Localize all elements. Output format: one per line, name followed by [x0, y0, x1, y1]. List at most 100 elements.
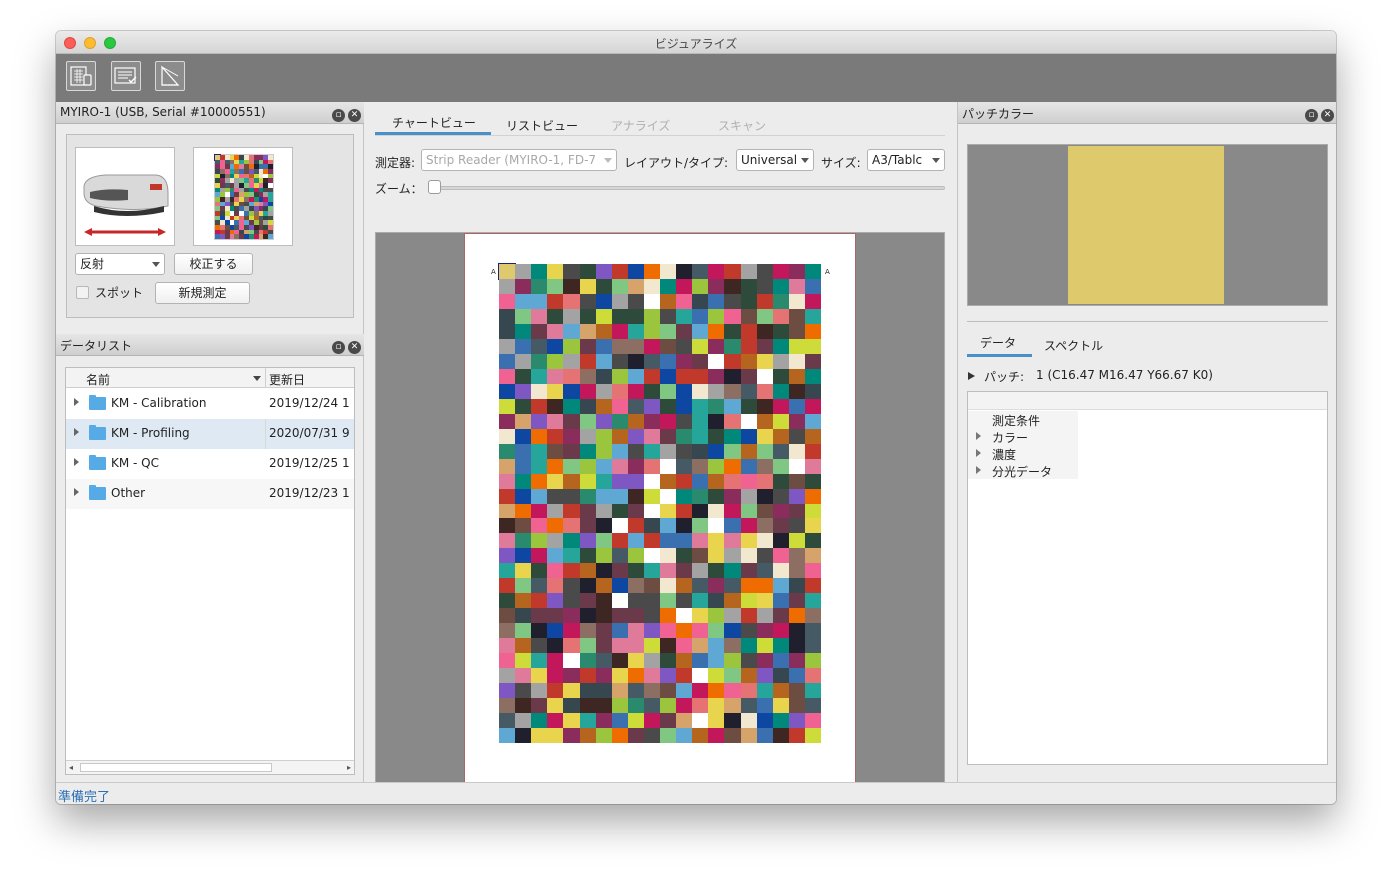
row-marker-left: A [491, 268, 496, 276]
column-header-updated[interactable]: 更新日 [269, 371, 305, 388]
chevron-down-icon [801, 158, 809, 163]
measure-chart-button[interactable] [66, 61, 96, 91]
list-item[interactable]: Other 2019/12/23 1 [66, 479, 354, 509]
restore-icon[interactable]: ▫ [332, 109, 345, 122]
chart-thumbnail [193, 147, 293, 246]
new-measurement-button[interactable]: 新規測定 [155, 282, 250, 304]
analyze-button[interactable] [155, 61, 185, 91]
list-item[interactable]: KM - QC 2019/12/25 1 [66, 449, 354, 479]
zoom-slider-thumb[interactable] [428, 180, 441, 194]
table-header: 名前 更新日 [66, 368, 354, 388]
item-date: 2019/12/25 1 [269, 456, 350, 470]
tab-chart-view[interactable]: チャートビュー [392, 114, 476, 131]
layout-type-select[interactable]: Universal [736, 149, 814, 171]
item-name: Other [111, 486, 146, 500]
instrument-image [75, 147, 175, 246]
expand-icon[interactable] [976, 432, 981, 440]
list-item[interactable]: KM - Calibration 2019/12/24 1 [66, 389, 354, 419]
tree-item-label: 分光データ [992, 465, 1053, 479]
expand-icon[interactable] [74, 428, 79, 436]
folder-icon [89, 485, 106, 500]
restore-icon[interactable]: ▫ [332, 341, 345, 354]
layout-type-value: Universal [741, 153, 798, 167]
data-list-table: 名前 更新日 KM - Calibration 2019/12/24 1 KM … [65, 367, 355, 775]
size-label: サイズ: [821, 156, 861, 170]
chart-paper: A A [464, 233, 856, 790]
data-list-controls: ▫ ✕ [329, 338, 361, 354]
tree-item-density[interactable]: 濃度 [968, 445, 1078, 462]
expand-patch-icon[interactable] [968, 372, 975, 380]
calibrate-button[interactable]: 校正する [174, 253, 253, 275]
expand-icon[interactable] [74, 398, 79, 406]
data-list-header: データリスト ▫ ✕ [56, 334, 364, 356]
tree-item-spectral[interactable]: 分光データ [968, 462, 1078, 479]
row-marker-right: A [825, 268, 830, 276]
device-area: 反射 校正する スポット 新規測定 [66, 134, 354, 318]
folder-icon [89, 455, 106, 470]
item-date: 2019/12/23 1 [269, 486, 350, 500]
scroll-left-icon[interactable]: ◂ [69, 763, 73, 772]
device-panel-header: MYIRO-1 (USB, Serial #10000551) ▫ ✕ [56, 102, 364, 124]
tree-item-label: 濃度 [992, 448, 1017, 462]
measure-chart-icon [70, 66, 92, 86]
scroll-right-icon[interactable]: ▸ [347, 763, 351, 772]
horizontal-scrollbar[interactable]: ◂ ▸ [66, 760, 354, 774]
scrollbar-thumb[interactable] [80, 763, 272, 772]
patch-label: パッチ: [984, 370, 1025, 384]
tab-spectrum[interactable]: スペクトル [1044, 337, 1103, 354]
list-check-icon [114, 67, 137, 84]
tree-item-color[interactable]: カラー [968, 428, 1078, 445]
expand-icon[interactable] [74, 488, 79, 496]
color-patch-grid[interactable] [497, 262, 822, 744]
spot-checkbox-label: スポット [95, 286, 144, 300]
patch-color-header: パッチカラー ▫ ✕ [958, 102, 1336, 124]
restore-icon[interactable]: ▫ [1305, 109, 1318, 122]
folder-icon [89, 395, 106, 410]
sort-down-icon[interactable] [253, 376, 261, 381]
column-header-name[interactable]: 名前 [86, 371, 110, 388]
patch-swatch [1068, 146, 1224, 304]
zoom-slider-track[interactable] [430, 186, 945, 190]
tree-item-label: カラー [992, 431, 1029, 445]
tab-scan: スキャン [718, 119, 767, 133]
app-window: ビジュアライズ MYIRO-1 (USB, Serial #10000551) … [56, 31, 1336, 804]
item-date: 2019/12/24 1 [269, 396, 350, 410]
patch-preview [967, 144, 1328, 306]
patch-value: 1 (C16.47 M16.47 Y66.67 K0) [1036, 368, 1213, 382]
patch-color-controls: ▫ ✕ [1302, 106, 1334, 122]
size-select[interactable]: A3/Tablc [867, 149, 945, 171]
chart-thumbnail-image [213, 154, 274, 240]
zoom-label: ズーム： [375, 182, 423, 196]
status-text: 準備完了 [58, 790, 111, 804]
tree-item-conditions[interactable]: 測定条件 [968, 411, 1078, 428]
spot-checkbox[interactable] [76, 286, 89, 299]
data-list-title: データリスト [60, 339, 133, 353]
status-bar: 準備完了 [56, 782, 1336, 804]
window-title: ビジュアライズ [654, 37, 738, 51]
list-view-button[interactable] [111, 61, 141, 91]
folder-icon [89, 425, 106, 440]
instrument-icon [83, 174, 169, 236]
device-panel-title: MYIRO-1 (USB, Serial #10000551) [60, 105, 266, 119]
expand-icon[interactable] [976, 466, 981, 474]
instrument-label: 測定器: [375, 156, 416, 170]
instrument-value: Strip Reader (MYIRO-1, FD-7 [426, 153, 597, 167]
right-column: パッチカラー ▫ ✕ データ スペクトル パッチ: 1 (C16.47 M16.4… [957, 102, 1336, 782]
list-item[interactable]: KM - Profiling 2020/07/31 9 [66, 419, 354, 449]
size-value: A3/Tablc [872, 153, 923, 167]
close-icon[interactable]: ✕ [348, 341, 361, 354]
item-name: KM - QC [111, 456, 160, 470]
tab-list-view[interactable]: リストビュー [506, 117, 578, 134]
measurement-mode-select[interactable]: 反射 [75, 253, 165, 275]
tree-item-label: 測定条件 [992, 414, 1041, 428]
item-name: KM - Profiling [111, 426, 190, 440]
close-icon[interactable]: ✕ [348, 109, 361, 122]
title-bar: ビジュアライズ [56, 31, 1336, 54]
expand-icon[interactable] [976, 449, 981, 457]
tab-data[interactable]: データ [980, 334, 1016, 351]
item-date: 2020/07/31 9 [269, 426, 350, 440]
patch-data-tree: 測定条件 カラー 濃度 分光データ [967, 391, 1328, 765]
close-icon[interactable]: ✕ [1321, 109, 1334, 122]
expand-icon[interactable] [74, 458, 79, 466]
layout-type-label: レイアウト/タイプ: [624, 156, 729, 170]
